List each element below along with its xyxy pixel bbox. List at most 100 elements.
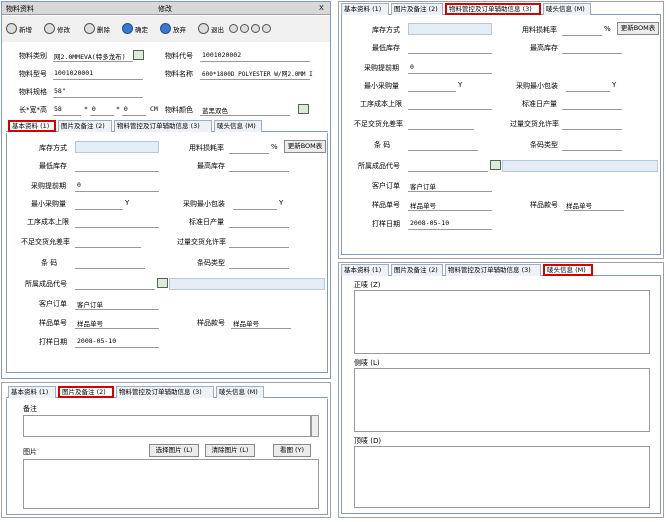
c-finished-code-name-field[interactable] — [502, 160, 658, 172]
name-value[interactable]: 600*1800D POLYESTER W/网2.0MM I — [202, 69, 313, 78]
dims-width-underline — [90, 115, 114, 116]
barcode-type-underline — [229, 268, 289, 269]
c-min-purchase-label: 最小采购量 — [364, 82, 399, 90]
model-value[interactable]: 1001020001 — [54, 69, 93, 77]
top-mark-textarea[interactable] — [354, 446, 650, 508]
sample-style-label: 样品款号 — [197, 319, 225, 327]
tab-pictures-2[interactable]: 图片及备注 (2) — [58, 386, 114, 398]
confirm-button[interactable]: 确定 — [122, 23, 148, 34]
c-barcode-underline — [408, 150, 478, 151]
c-min-stock-underline — [408, 53, 492, 54]
dims-unit: CM — [150, 105, 158, 113]
barcode-label: 条 码 — [41, 259, 58, 267]
tab-basic-2[interactable]: 基本资料 (1) — [8, 386, 56, 398]
stock-method-field[interactable] — [75, 141, 159, 153]
tab-control-2[interactable]: 物料管控及订单辅助信息 (3) — [116, 386, 214, 398]
c-std-output-label: 标准日产量 — [522, 100, 557, 108]
dims-height[interactable]: * 0 — [116, 105, 128, 113]
c-shortage-underline — [408, 129, 474, 130]
side-mark-textarea[interactable] — [354, 368, 650, 432]
c-overage-label: 过量交货允许率 — [510, 120, 559, 128]
code-value[interactable]: 1001020002 — [202, 51, 241, 59]
max-stock-label: 最高库存 — [197, 162, 225, 170]
tab-marks[interactable]: 唛头信息 (M) — [214, 120, 262, 132]
dims-length-underline — [53, 115, 81, 116]
exit-icon — [198, 23, 209, 34]
tab-marks-3[interactable]: 唛头信息 (M) — [543, 3, 591, 15]
c-stock-method-field[interactable] — [408, 23, 492, 35]
picture-tab-window: 基本资料 (1) 图片及备注 (2) 物料管控及订单辅助信息 (3) 唛头信息 … — [1, 382, 331, 518]
tab-basic-3[interactable]: 基本资料 (1) — [341, 3, 389, 15]
sample-style-value[interactable]: 样品单号 — [233, 318, 259, 328]
delete-button[interactable]: 删除 — [84, 23, 110, 34]
std-output-underline — [229, 227, 289, 228]
tab-basic-4[interactable]: 基本资料 (1) — [341, 264, 389, 276]
finished-code-name-field[interactable] — [169, 278, 325, 290]
view-picture-button[interactable]: 看图 (Y) — [273, 444, 311, 457]
c-print-date-value[interactable]: 2008-05-10 — [410, 219, 449, 227]
c-min-pack-underline — [566, 91, 610, 92]
nav-last-icon[interactable] — [262, 24, 271, 33]
exit-button[interactable]: 退出 — [198, 23, 271, 34]
clear-picture-button[interactable]: 清除图片 (L) — [205, 444, 255, 457]
new-icon — [6, 23, 17, 34]
tab-pictures-3[interactable]: 图片及备注 (2) — [391, 3, 443, 15]
cancel-button[interactable]: 放弃 — [160, 23, 186, 34]
tab-marks-4[interactable]: 唛头信息 (M) — [543, 264, 593, 276]
edit-button[interactable]: 修改 — [44, 23, 70, 34]
lead-days-value[interactable]: 0 — [77, 181, 81, 189]
tab-control-4[interactable]: 物料管控及订单辅助信息 (3) — [445, 264, 541, 276]
dims-width[interactable]: * 0 — [84, 105, 96, 113]
category-value[interactable]: 网2.0MMEVA(特多龙布) — [54, 51, 126, 61]
c-loss-rate-underline — [562, 35, 602, 36]
tab-pictures[interactable]: 图片及备注 (2) — [58, 120, 112, 132]
window-mode-title: 修改 — [158, 5, 172, 13]
c-min-purchase-unit: Y — [458, 81, 463, 89]
close-button[interactable]: X — [319, 4, 324, 12]
new-button[interactable]: 新增 — [6, 23, 32, 34]
c-sample-style-value[interactable]: 样品单号 — [566, 200, 592, 210]
std-output-label: 标准日产量 — [189, 218, 224, 226]
front-mark-label: 正唛 (Z) — [354, 281, 381, 289]
c-sample-no-value[interactable]: 样品单号 — [410, 200, 436, 210]
nav-next-icon[interactable] — [251, 24, 260, 33]
customer-order-value[interactable]: 客户订单 — [77, 299, 103, 309]
tab-control-3[interactable]: 物料管控及订单辅助信息 (3) — [445, 3, 541, 15]
picture-area[interactable] — [23, 459, 319, 509]
color-value[interactable]: 蓝黑双色 — [202, 105, 228, 115]
c-update-bom-button[interactable]: 更新BOM表 — [617, 22, 659, 35]
new-label: 新增 — [19, 25, 32, 34]
print-date-value[interactable]: 2008-05-10 — [77, 337, 116, 345]
window-title: 物料资料 — [6, 5, 34, 13]
cost-limit-label: 工序成本上限 — [27, 218, 69, 226]
c-finished-code-lookup-button[interactable] — [490, 160, 501, 170]
min-pack-underline — [233, 209, 277, 210]
tab-marks-2[interactable]: 唛头信息 (M) — [216, 386, 264, 398]
c-sample-no-label: 样品单号 — [372, 201, 400, 209]
c-lead-days-value[interactable]: 0 — [410, 63, 414, 71]
lead-days-label: 采购提前期 — [31, 182, 66, 190]
finished-code-lookup-button[interactable] — [157, 278, 168, 288]
toolbar: 新增 修改 删除 确定 放弃 退出 — [2, 16, 330, 42]
tab-pictures-4[interactable]: 图片及备注 (2) — [391, 264, 443, 276]
shortage-underline — [75, 247, 141, 248]
tab-control[interactable]: 物料管控及订单辅助信息 (3) — [114, 120, 212, 132]
category-lookup-button[interactable] — [133, 50, 144, 60]
remark-textarea[interactable] — [23, 415, 311, 437]
c-customer-order-value[interactable]: 客户订单 — [410, 181, 436, 191]
print-date-underline — [75, 347, 159, 348]
name-underline — [200, 79, 310, 80]
color-lookup-button[interactable] — [298, 104, 309, 114]
update-bom-button[interactable]: 更新BOM表 — [284, 140, 326, 153]
front-mark-textarea[interactable] — [354, 290, 650, 354]
tab-basic[interactable]: 基本资料 (1) — [8, 120, 56, 132]
category-underline — [53, 61, 133, 62]
sample-no-value[interactable]: 样品单号 — [77, 318, 103, 328]
remark-scrollbar[interactable] — [311, 415, 319, 437]
dims-length[interactable]: 58 — [54, 105, 62, 113]
nav-prev-icon[interactable] — [240, 24, 249, 33]
select-picture-button[interactable]: 选择图片 (L) — [149, 444, 199, 457]
spec-value[interactable]: 58" — [54, 87, 66, 95]
control-tab-panel: 库存方式 用料损耗率 % 更新BOM表 最低库存 最高库存 采购提前期 0 最小… — [341, 15, 661, 255]
nav-first-icon[interactable] — [229, 24, 238, 33]
